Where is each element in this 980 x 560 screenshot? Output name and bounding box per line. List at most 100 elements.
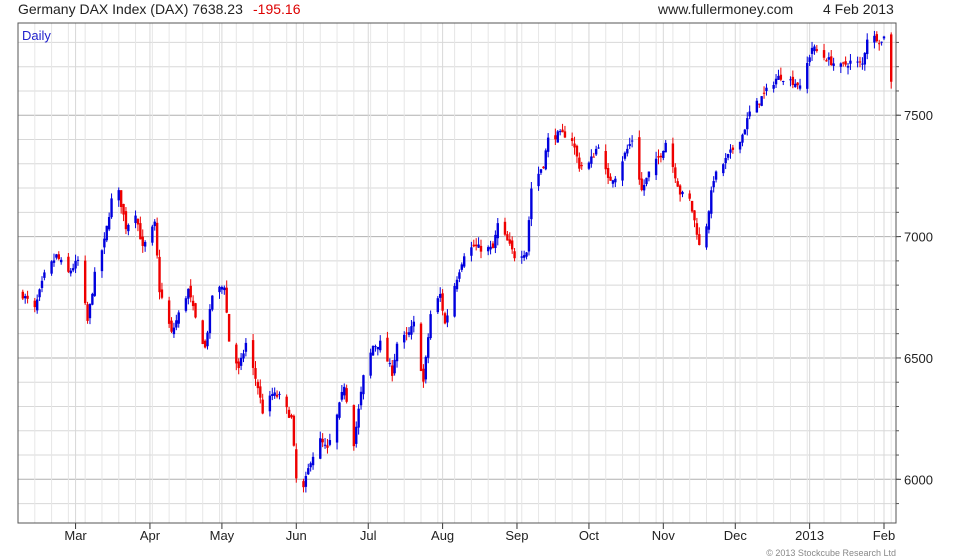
candle-body: [580, 165, 583, 167]
candle-body: [412, 321, 416, 327]
candle-body: [427, 337, 430, 358]
candle-body: [141, 236, 144, 246]
candle-body: [105, 225, 108, 241]
candle-body: [738, 141, 742, 150]
candle-body: [278, 393, 281, 395]
candle-body: [376, 346, 380, 350]
candle-body: [26, 295, 29, 299]
candle-body: [772, 85, 775, 89]
candle-body: [458, 272, 461, 279]
candle-body: [379, 340, 382, 351]
candle-body: [88, 304, 92, 319]
candle-body: [271, 394, 274, 396]
candle-body: [782, 81, 785, 83]
candle-body: [810, 47, 814, 54]
x-tick-label: 2013: [795, 528, 824, 543]
candle-body: [510, 240, 514, 250]
candle-body: [453, 285, 456, 317]
candle-body: [849, 60, 852, 64]
candle-body: [642, 184, 646, 191]
candle-body: [273, 392, 276, 396]
y-tick-label: 6000: [904, 472, 933, 487]
candle-body: [208, 309, 212, 334]
x-tick-label: Aug: [431, 528, 454, 543]
candle-body: [177, 312, 180, 324]
candle-body: [424, 356, 428, 380]
candle-body: [57, 254, 60, 259]
candle-body: [139, 223, 142, 240]
candle-body: [345, 388, 348, 402]
candle-body: [494, 234, 497, 249]
candle-body: [268, 395, 272, 412]
candle-body: [295, 449, 298, 479]
candle-body: [122, 203, 125, 215]
candle-body: [712, 181, 715, 188]
candle-body: [890, 34, 893, 82]
x-tick-label: Dec: [724, 528, 748, 543]
x-tick-label: Sep: [505, 528, 528, 543]
candle-body: [225, 287, 228, 313]
candle-body: [729, 149, 732, 153]
candle-body: [359, 391, 363, 406]
candle-body: [55, 254, 58, 258]
candle-body: [167, 300, 171, 324]
candle-body: [878, 43, 881, 45]
candle-body: [813, 46, 816, 52]
candle-body: [256, 381, 260, 389]
candle-body: [762, 92, 766, 94]
x-tick-label: Apr: [140, 528, 161, 543]
candle-body: [705, 226, 708, 248]
candle-body: [486, 247, 490, 252]
candle-body: [578, 157, 581, 169]
candle-body: [587, 162, 591, 169]
candle-body: [726, 153, 730, 158]
candle-body: [731, 147, 735, 150]
candle-body: [520, 256, 523, 258]
candle-body: [91, 293, 94, 305]
candle-body: [23, 296, 27, 299]
candle-body: [227, 313, 231, 342]
candle-body: [743, 129, 747, 135]
candle-body: [681, 191, 684, 195]
candle-body: [765, 87, 768, 92]
candle-body: [107, 217, 111, 230]
candle-body: [698, 234, 701, 245]
candle-body: [307, 468, 310, 475]
candle-body: [779, 74, 783, 80]
candle-body: [261, 399, 264, 414]
candle-body: [304, 475, 308, 487]
candle-body: [419, 323, 423, 371]
candle-body: [796, 82, 799, 86]
candle-body: [292, 415, 296, 446]
candle-body: [153, 221, 156, 227]
x-tick-label: Jun: [286, 528, 307, 543]
candle-body: [630, 140, 634, 142]
candle-body: [244, 342, 248, 352]
candle-body: [647, 171, 651, 178]
candle-body: [462, 256, 466, 267]
candle-body: [690, 200, 694, 212]
candle-body: [496, 223, 499, 239]
candle-body: [830, 56, 833, 65]
x-tick-label: Feb: [873, 528, 895, 543]
candle-body: [74, 260, 77, 269]
candle-body: [537, 173, 540, 187]
candle-body: [76, 259, 80, 261]
candle-body: [127, 224, 130, 232]
price-chart: Mar Apr May Jun Jul Aug Sep Oct Nov Dec 2013 Feb 600…: [17, 22, 933, 543]
candle-body: [143, 241, 147, 247]
candle-body: [83, 260, 87, 304]
candle-body: [695, 223, 699, 235]
candle-body: [628, 143, 631, 147]
candle-body: [38, 289, 41, 298]
candle-body: [391, 365, 394, 376]
candle-body: [170, 320, 173, 332]
candle-body: [606, 168, 610, 178]
candle-body: [184, 298, 188, 311]
candle-body: [866, 39, 869, 55]
candle-body: [369, 352, 372, 376]
candle-body: [386, 337, 389, 362]
candle-body: [259, 386, 262, 398]
candle-body: [614, 178, 617, 183]
candle-body: [319, 438, 322, 459]
